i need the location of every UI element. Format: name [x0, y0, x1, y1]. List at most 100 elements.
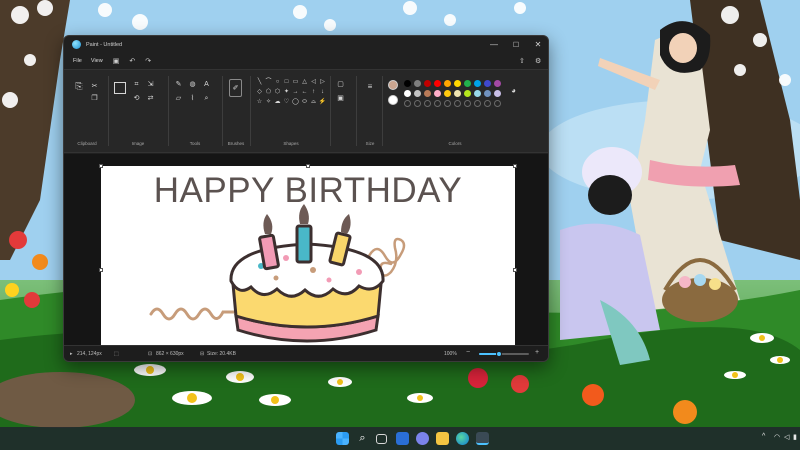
- shape-option-icon[interactable]: △: [300, 78, 309, 87]
- fill-icon[interactable]: ◍: [188, 80, 197, 89]
- resize-handle[interactable]: [513, 268, 517, 272]
- resize-handle[interactable]: [306, 164, 310, 168]
- shape-option-icon[interactable]: ↑: [309, 88, 318, 97]
- text-icon[interactable]: A: [202, 80, 211, 89]
- wifi-icon[interactable]: ◠: [774, 433, 780, 441]
- shape-option-icon[interactable]: ▷: [318, 78, 327, 87]
- search-icon[interactable]: ⌕: [356, 432, 369, 445]
- shape-option-icon[interactable]: ⌓: [309, 98, 318, 107]
- custom-color-slot[interactable]: [484, 100, 491, 107]
- palette-color[interactable]: [484, 90, 491, 97]
- drawing-canvas[interactable]: HAPPY BIRTHDAY: [101, 166, 515, 361]
- shape-fill-icon[interactable]: ▣: [336, 94, 345, 103]
- custom-color-slot[interactable]: [494, 100, 501, 107]
- palette-color[interactable]: [494, 90, 501, 97]
- undo-icon[interactable]: ↶: [129, 57, 135, 65]
- shape-option-icon[interactable]: ⬡: [273, 88, 282, 97]
- palette-color[interactable]: [414, 80, 421, 87]
- volume-icon[interactable]: ◁: [784, 433, 789, 441]
- primary-color-swatch[interactable]: [388, 80, 398, 90]
- menu-view[interactable]: View: [91, 58, 103, 64]
- resize-handle[interactable]: [513, 164, 517, 168]
- windows-start-icon[interactable]: [336, 432, 349, 445]
- shape-option-icon[interactable]: ⚡: [318, 98, 327, 107]
- palette-color[interactable]: [474, 90, 481, 97]
- shape-option-icon[interactable]: ↓: [318, 88, 327, 97]
- resize-icon[interactable]: ⇲: [146, 80, 155, 89]
- color-picker-icon[interactable]: ⌇: [188, 94, 197, 103]
- palette-color[interactable]: [454, 80, 461, 87]
- shape-option-icon[interactable]: ←: [300, 88, 309, 97]
- edge-icon[interactable]: [456, 432, 469, 445]
- custom-color-slot[interactable]: [444, 100, 451, 107]
- palette-color[interactable]: [484, 80, 491, 87]
- rotate-icon[interactable]: ⟲: [132, 94, 141, 103]
- widgets-icon[interactable]: [396, 432, 409, 445]
- flip-icon[interactable]: ⇄: [146, 94, 155, 103]
- shape-option-icon[interactable]: ♡: [282, 98, 291, 107]
- palette-color[interactable]: [424, 80, 431, 87]
- zoom-in-icon[interactable]: +: [535, 349, 539, 356]
- paint-icon[interactable]: [476, 432, 489, 445]
- zoom-slider[interactable]: [479, 351, 529, 357]
- battery-icon[interactable]: ▮: [793, 433, 797, 441]
- brush-icon[interactable]: ✐: [229, 79, 242, 97]
- palette-color[interactable]: [414, 90, 421, 97]
- custom-color-slot[interactable]: [414, 100, 421, 107]
- zoom-out-icon[interactable]: −: [466, 349, 470, 356]
- select-icon[interactable]: [114, 82, 126, 94]
- pencil-icon[interactable]: ✎: [174, 80, 183, 89]
- zoom-level[interactable]: 100%: [444, 351, 457, 357]
- shape-option-icon[interactable]: ⌒: [264, 78, 273, 87]
- eraser-icon[interactable]: ▱: [174, 94, 183, 103]
- custom-color-slot[interactable]: [404, 100, 411, 107]
- shape-option-icon[interactable]: ☁: [273, 98, 282, 107]
- palette-color[interactable]: [404, 90, 411, 97]
- task-view-icon[interactable]: [376, 434, 387, 444]
- palette-color[interactable]: [434, 80, 441, 87]
- palette-color[interactable]: [424, 90, 431, 97]
- shape-option-icon[interactable]: □: [282, 78, 291, 87]
- maximize-button[interactable]: ☐: [505, 36, 527, 53]
- save-icon[interactable]: ▣: [113, 57, 120, 65]
- shape-option-icon[interactable]: ◁: [309, 78, 318, 87]
- shape-option-icon[interactable]: ☆: [255, 98, 264, 107]
- resize-handle[interactable]: [99, 164, 103, 168]
- cut-icon[interactable]: ✂: [90, 82, 99, 91]
- share-icon[interactable]: ⇧: [519, 57, 525, 65]
- zoom-slider-thumb[interactable]: [496, 351, 502, 357]
- shape-option-icon[interactable]: ✦: [282, 88, 291, 97]
- shape-option-icon[interactable]: ○: [273, 78, 282, 87]
- shape-option-icon[interactable]: ▭: [291, 78, 300, 87]
- menu-file[interactable]: File: [73, 58, 82, 64]
- custom-color-slot[interactable]: [424, 100, 431, 107]
- shape-option-icon[interactable]: →: [291, 88, 300, 97]
- palette-color[interactable]: [444, 90, 451, 97]
- shape-option-icon[interactable]: ⬭: [300, 98, 309, 107]
- outline-icon[interactable]: ▢: [336, 80, 345, 89]
- gear-icon[interactable]: ⚙: [535, 57, 541, 65]
- magnifier-icon[interactable]: ⌕: [202, 94, 211, 103]
- palette-color[interactable]: [444, 80, 451, 87]
- custom-color-slot[interactable]: [434, 100, 441, 107]
- secondary-color-swatch[interactable]: [388, 95, 398, 105]
- minimize-button[interactable]: —: [483, 36, 505, 53]
- shape-option-icon[interactable]: ⬠: [264, 88, 273, 97]
- shape-option-icon[interactable]: ✧: [264, 98, 273, 107]
- title-bar[interactable]: Paint - Untitled — ☐ ✕: [64, 36, 548, 53]
- resize-handle[interactable]: [99, 268, 103, 272]
- custom-color-slot[interactable]: [454, 100, 461, 107]
- palette-color[interactable]: [464, 90, 471, 97]
- shape-option-icon[interactable]: ◯: [291, 98, 300, 107]
- palette-color[interactable]: [404, 80, 411, 87]
- shape-option-icon[interactable]: ◇: [255, 88, 264, 97]
- redo-icon[interactable]: ↷: [145, 57, 151, 65]
- custom-color-slot[interactable]: [474, 100, 481, 107]
- paste-icon[interactable]: ⎘: [73, 82, 85, 96]
- custom-color-slot[interactable]: [464, 100, 471, 107]
- crop-icon[interactable]: ⌗: [132, 80, 141, 89]
- edit-colors-icon[interactable]: ◕: [509, 86, 518, 95]
- copy-icon[interactable]: ❐: [90, 94, 99, 103]
- tray-chevron[interactable]: ^: [762, 433, 765, 440]
- file-explorer-icon[interactable]: [436, 432, 449, 445]
